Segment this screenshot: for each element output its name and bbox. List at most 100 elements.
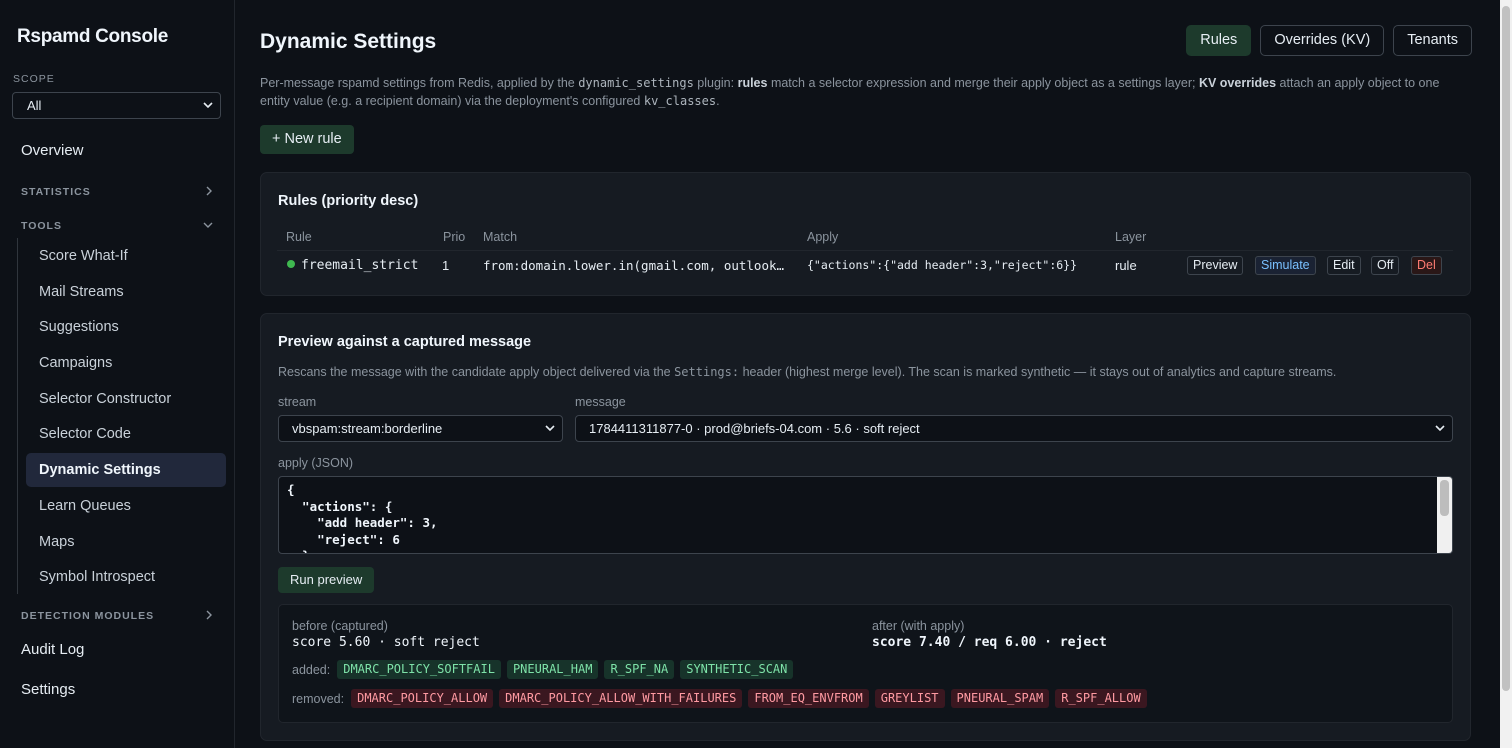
chevron-right-icon (204, 609, 214, 621)
rule-match: from:domain.lower.in(gmail.com, outlook… (483, 258, 785, 273)
chevron-down-icon (544, 422, 556, 434)
chevron-right-icon (204, 185, 214, 197)
col-header-match: Match (483, 230, 518, 244)
preview-card: Preview against a captured message Resca… (260, 313, 1471, 741)
before-value: score 5.60 · soft reject (292, 635, 480, 650)
edit-button[interactable]: Edit (1327, 256, 1361, 275)
nav-section-label: STATISTICS (21, 186, 91, 198)
tools-tree-line (17, 238, 18, 594)
tab-overrides-kv[interactable]: Overrides (KV) (1260, 25, 1385, 56)
page-description: Per-message rspamd settings from Redis, … (260, 74, 1460, 110)
sidebar: Rspamd Console SCOPE All Overview STATIS… (0, 0, 235, 748)
col-header-layer: Layer (1115, 230, 1147, 244)
nav-overview[interactable]: Overview (21, 142, 84, 159)
added-symbol-tag: SYNTHETIC_SCAN (680, 660, 794, 679)
added-symbol-tag: PNEURAL_HAM (506, 660, 599, 679)
added-symbol-tag: R_SPF_NA (604, 660, 675, 679)
after-label: after (with apply) (872, 619, 965, 633)
sidebar-item-suggestions[interactable]: Suggestions (26, 310, 226, 344)
page-scroll-thumb[interactable] (1502, 6, 1510, 691)
preview-description: Rescans the message with the candidate a… (278, 365, 1336, 379)
textarea-scroll-thumb[interactable] (1440, 480, 1449, 516)
delete-button[interactable]: Del (1411, 256, 1442, 275)
rule-name: freemail_strict (301, 258, 419, 273)
message-select[interactable]: 1784411311877-0 · prod@briefs-04.com · 5… (575, 415, 1453, 442)
preview-card-title: Preview against a captured message (278, 334, 532, 350)
status-dot-icon (287, 260, 295, 268)
desc-bold-kv: KV overrides (1198, 76, 1277, 90)
scope-select-value: All (27, 98, 42, 113)
desc-text: match a selector expression and merge th… (767, 76, 1199, 90)
desc-text: Per-message rspamd settings from Redis, … (260, 76, 579, 90)
page-scrollbar[interactable] (1500, 0, 1512, 748)
removed-symbol-tag: GREYLIST (874, 689, 945, 708)
sidebar-item-symbol-introspect[interactable]: Symbol Introspect (26, 560, 226, 594)
stream-select[interactable]: vbspam:stream:borderline (278, 415, 563, 442)
nav-section-tools[interactable]: TOOLS (21, 220, 214, 232)
run-preview-button[interactable]: Run preview (278, 567, 375, 593)
desc-text: plugin: (693, 76, 738, 90)
tab-rules[interactable]: Rules (1186, 25, 1252, 56)
removed-label: removed: (292, 691, 345, 706)
nav-section-label: DETECTION MODULES (21, 610, 155, 622)
desc-code-settings-header: Settings: (674, 365, 740, 379)
table-row: freemail_strict 1 from:domain.lower.in(g… (277, 250, 1453, 280)
col-header-prio: Prio (443, 230, 466, 244)
textarea-scrollbar[interactable] (1437, 477, 1452, 553)
removed-symbol-tag: R_SPF_ALLOW (1055, 689, 1147, 708)
added-symbols-row: added: DMARC_POLICY_SOFTFAIL PNEURAL_HAM… (292, 660, 794, 679)
rules-card-title: Rules (priority desc) (278, 193, 419, 209)
apply-json-label: apply (JSON) (278, 456, 354, 470)
sidebar-item-selector-constructor[interactable]: Selector Constructor (26, 382, 226, 416)
sidebar-item-maps[interactable]: Maps (26, 525, 226, 559)
added-label: added: (292, 662, 331, 677)
nav-section-statistics[interactable]: STATISTICS (21, 186, 214, 198)
stream-select-value: vbspam:stream:borderline (292, 421, 443, 436)
after-value: score 7.40 / req 6.00 · reject (872, 635, 1107, 650)
apply-json-textarea[interactable]: { "actions": { "add header": 3, "reject"… (278, 476, 1453, 554)
removed-symbol-tag: FROM_EQ_ENVFROM (748, 689, 869, 708)
tab-tenants[interactable]: Tenants (1393, 25, 1472, 56)
rules-card: Rules (priority desc) Rule Prio Match Ap… (260, 172, 1471, 296)
sidebar-item-score-what-if[interactable]: Score What-If (26, 239, 226, 273)
view-tabs: Rules Overrides (KV) Tenants (1186, 25, 1472, 56)
main-content: Dynamic Settings Rules Overrides (KV) Te… (235, 0, 1512, 748)
desc-text: Rescans the message with the candidate a… (278, 365, 675, 379)
removed-symbols-row: removed: DMARC_POLICY_ALLOW DMARC_POLICY… (292, 689, 1147, 708)
message-select-value: 1784411311877-0 · prod@briefs-04.com · 5… (589, 421, 920, 436)
desc-bold-rules: rules (737, 76, 768, 90)
nav-settings[interactable]: Settings (21, 681, 75, 698)
app-root: Rspamd Console SCOPE All Overview STATIS… (0, 0, 1512, 748)
chevron-down-icon (1434, 422, 1446, 434)
new-rule-button[interactable]: + New rule (260, 125, 354, 154)
removed-symbol-tag: PNEURAL_SPAM (950, 689, 1050, 708)
simulate-button[interactable]: Simulate (1255, 256, 1316, 275)
desc-code-plugin: dynamic_settings (578, 76, 694, 90)
preview-result-panel: before (captured) score 5.60 · soft reje… (278, 604, 1453, 723)
sidebar-item-mail-streams[interactable]: Mail Streams (26, 275, 226, 309)
desc-text: . (716, 94, 720, 108)
sidebar-item-selector-code[interactable]: Selector Code (26, 417, 226, 451)
message-label: message (575, 395, 626, 409)
apply-json-content: { "actions": { "add header": 3, "reject"… (287, 482, 438, 553)
rule-apply: {"actions":{"add header":3,"reject":6}} (807, 258, 1078, 272)
col-header-apply: Apply (807, 230, 839, 244)
rule-name-cell: freemail_strict (287, 258, 418, 273)
sidebar-item-campaigns[interactable]: Campaigns (26, 346, 226, 380)
page-title: Dynamic Settings (260, 30, 437, 53)
scope-select[interactable]: All (12, 92, 221, 119)
rule-layer: rule (1115, 258, 1137, 273)
off-button[interactable]: Off (1371, 256, 1400, 275)
brand-title: Rspamd Console (17, 26, 168, 47)
nav-audit-log[interactable]: Audit Log (21, 641, 84, 658)
desc-code-kv-classes: kv_classes (643, 94, 717, 108)
sidebar-item-learn-queues[interactable]: Learn Queues (26, 489, 226, 523)
preview-button[interactable]: Preview (1187, 256, 1244, 275)
nav-section-label: TOOLS (21, 220, 62, 232)
before-label: before (captured) (292, 619, 388, 633)
sidebar-item-dynamic-settings[interactable]: Dynamic Settings (26, 453, 226, 487)
chevron-down-icon (202, 99, 214, 111)
nav-section-detection-modules[interactable]: DETECTION MODULES (21, 610, 214, 622)
added-symbol-tag: DMARC_POLICY_SOFTFAIL (337, 660, 501, 679)
removed-symbol-tag: DMARC_POLICY_ALLOW (351, 689, 494, 708)
